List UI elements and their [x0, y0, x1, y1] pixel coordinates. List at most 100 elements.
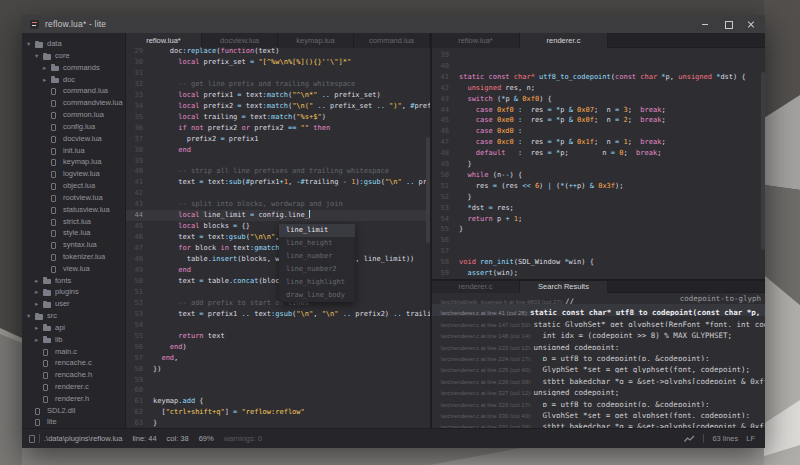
tree-item-statusview-lua[interactable]: statusview.lua — [22, 204, 125, 216]
search-result-row[interactable]: .\src\renderer.c at line 41 (col 28): st… — [432, 304, 765, 315]
tree-item-lib[interactable]: ▸lib — [22, 334, 125, 346]
tree-item-commands[interactable]: ▸commands — [22, 62, 125, 74]
tree-item-view-lua[interactable]: view.lua — [22, 263, 125, 275]
tree-item-user[interactable]: ▸user — [22, 298, 125, 310]
code-line-35[interactable]: 35 local trailing = text:match("%s+$") — [126, 112, 430, 123]
code-line-36[interactable]: 36 if not prefix2 or prefix2 == "" then — [126, 123, 430, 134]
code-line-55[interactable]: 55} — [432, 224, 765, 235]
code-line-41[interactable]: 41 text = text:sub(#prefix1+1, -#trailin… — [126, 177, 430, 188]
code-line-45[interactable]: 45 local blocks = {} — [126, 221, 430, 232]
code-line-54[interactable]: 54 — [126, 320, 430, 331]
code-line-43[interactable]: 43 -- split into blocks, wordwrap and jo… — [126, 199, 430, 210]
code-line-30[interactable]: 30 local prefix_set = "[^%w\n%[%](){}''\… — [126, 57, 430, 68]
tree-item-keymap-lua[interactable]: keymap.lua — [22, 156, 125, 168]
tree-item-renderer-c[interactable]: renderer.c — [22, 381, 125, 393]
code-line-56[interactable]: 56 end) — [126, 342, 430, 353]
code-area-right[interactable]: 394041static const char* utf8_to_codepoi… — [432, 48, 765, 279]
code-line-46[interactable]: 46 text = text:gsub("\n\n", "\0") — [126, 232, 430, 243]
code-line-59[interactable]: 59 — [126, 375, 430, 386]
search-result-row[interactable]: .\src\renderer.c at line 222 (col 12): u… — [432, 339, 765, 350]
tree-item-renderer-h[interactable]: renderer.h — [22, 393, 125, 405]
search-result-row[interactable]: .\src\renderer.c at line 331 (col 39): s… — [432, 418, 765, 428]
code-line-49[interactable]: 49 end — [126, 265, 430, 276]
tree-item-plugins[interactable]: ▸plugins — [22, 286, 125, 298]
code-line-53[interactable]: 53 text = prefix1 .. text:gsub("\n", "\n… — [126, 309, 430, 320]
code-line-40[interactable]: 40 — [432, 61, 765, 72]
tree-item-commandview-lua[interactable]: commandview.lua — [22, 97, 125, 109]
scrollbar-right-pane[interactable] — [761, 72, 765, 250]
code-line-40[interactable]: 40 -- strip all line prefixes and traili… — [126, 166, 430, 177]
code-line-34[interactable]: 34 local prefix2 = text:match("\n(" .. p… — [126, 101, 430, 112]
tree-item-docview-lua[interactable]: docview.lua — [22, 133, 125, 145]
tree-item-style-lua[interactable]: style.lua — [22, 227, 125, 239]
code-line-49[interactable]: 49 } — [432, 159, 765, 170]
tree-item-object-lua[interactable]: object.lua — [22, 180, 125, 192]
code-line-47[interactable]: 47 for block in text:gmatch("%Z+") do — [126, 243, 430, 254]
tree-item-doc[interactable]: ▸doc — [22, 74, 125, 86]
code-line-53[interactable]: 53 *dst = res; — [432, 203, 765, 214]
close-button[interactable] — [746, 19, 756, 29]
code-line-58[interactable]: 58}) — [126, 364, 430, 375]
search-result-row[interactable]: .\src\renderer.c at line 330 (col 40): G… — [432, 407, 765, 418]
code-area-left[interactable]: 29 doc:replace(function(text)30 local pr… — [126, 48, 430, 428]
code-line-59[interactable]: 59 assert(win); — [432, 268, 765, 279]
code-line-32[interactable]: 32 -- get line prefix and trailing white… — [126, 79, 430, 90]
code-line-42[interactable]: 42 — [126, 188, 430, 199]
code-line-46[interactable]: 46 case 0xd0 : — [432, 126, 765, 137]
code-line-57[interactable]: 57 — [432, 246, 765, 257]
code-line-45[interactable]: 45 case 0xe0 : res = *p & 0x0f; n = 2; b… — [432, 115, 765, 126]
code-line-50[interactable]: 50 text = table.concat(blocks, "\n\n") — [126, 276, 430, 287]
code-line-57[interactable]: 57 end, — [126, 353, 430, 364]
maximize-button[interactable] — [723, 19, 733, 29]
code-line-43[interactable]: 43 switch (*p & 0xf0) { — [432, 94, 765, 105]
code-line-62[interactable]: 62 ["ctrl+shift+q"] = "reflow:reflow" — [126, 407, 430, 418]
code-line-48[interactable]: 48 default : res = *p; n = 0; break; — [432, 148, 765, 159]
tree-item-core[interactable]: ▾core — [22, 50, 125, 62]
code-line-52[interactable]: 52 -- add prefix to start of lines — [126, 298, 430, 309]
search-result-row[interactable]: .\src\renderer.c at line 329 (col 17): p… — [432, 396, 765, 407]
code-line-58[interactable]: 58void ren_init(SDL_Window *win) { — [432, 257, 765, 268]
tree-item-data[interactable]: ▾data — [22, 38, 125, 50]
autocomplete-item-line-number[interactable]: line_number — [279, 250, 355, 263]
code-line-33[interactable]: 33 local prefix1 = text:match("^\n*" .. … — [126, 90, 430, 101]
code-line-55[interactable]: 55 return text — [126, 331, 430, 342]
search-result-row[interactable]: .\src\renderer.c at line 147 (col 50): s… — [432, 316, 765, 327]
code-line-51[interactable]: 51 — [126, 287, 430, 298]
code-line-50[interactable]: 50 while (n--) { — [432, 170, 765, 181]
code-line-60[interactable]: 60 — [126, 385, 430, 396]
search-result-row[interactable]: .\src\renderer.c at line 226 (col 39): s… — [432, 373, 765, 384]
tree-item-command-lua[interactable]: command.lua — [22, 85, 125, 97]
tree-item-lite[interactable]: lite — [22, 416, 125, 428]
code-line-39[interactable]: 39 — [126, 156, 430, 167]
code-line-42[interactable]: 42 unsigned res, n; — [432, 83, 765, 94]
autocomplete-item-line-number2[interactable]: line_number2 — [279, 263, 355, 276]
tree-item-common-lua[interactable]: common.lua — [22, 109, 125, 121]
code-line-48[interactable]: 48 table.insert(blocks, wordwrap_text(bl… — [126, 254, 430, 265]
tree-item-api[interactable]: ▸api — [22, 322, 125, 334]
tree-item-rencache-c[interactable]: rencache.c — [22, 357, 125, 369]
autocomplete-item-line-height[interactable]: line_height — [279, 237, 355, 250]
tree-item-sdl2-dll[interactable]: SDL2.dll — [22, 405, 125, 417]
tree-item-rencache-h[interactable]: rencache.h — [22, 369, 125, 381]
autocomplete-item-line-limit[interactable]: line_limit — [279, 224, 355, 237]
tab-reflow-lua[interactable]: reflow.lua* — [432, 33, 520, 48]
code-line-54[interactable]: 54 return p + 1; — [432, 214, 765, 225]
tab-renderer-c[interactable]: renderer.c — [520, 33, 608, 48]
tree-item-src[interactable]: ▾src — [22, 310, 125, 322]
code-line-47[interactable]: 47 case 0xc0 : res = *p & 0x1f; n = 1; b… — [432, 137, 765, 148]
code-line-44[interactable]: 44 local line_limit = config.line_ — [126, 210, 430, 221]
titlebar[interactable]: reflow.lua* - lite — [22, 15, 765, 33]
code-line-31[interactable]: 31 — [126, 68, 430, 79]
minimize-button[interactable] — [700, 19, 710, 29]
tree-item-main-c[interactable]: main.c — [22, 346, 125, 358]
tree-item-rootview-lua[interactable]: rootview.lua — [22, 192, 125, 204]
code-line-61[interactable]: 61keymap.add { — [126, 396, 430, 407]
code-line-37[interactable]: 37 prefix2 = prefix1 — [126, 134, 430, 145]
code-line-56[interactable]: 56 — [432, 235, 765, 246]
tree-item-strict-lua[interactable]: strict.lua — [22, 216, 125, 228]
tree-item-tokenizer-lua[interactable]: tokenizer.lua — [22, 251, 125, 263]
autocomplete-item-draw-line-body[interactable]: draw_line_body — [279, 289, 355, 302]
code-line-63[interactable]: 63} — [126, 418, 430, 428]
code-line-52[interactable]: 52 } — [432, 192, 765, 203]
tree-item-fonts[interactable]: ▸fonts — [22, 275, 125, 287]
